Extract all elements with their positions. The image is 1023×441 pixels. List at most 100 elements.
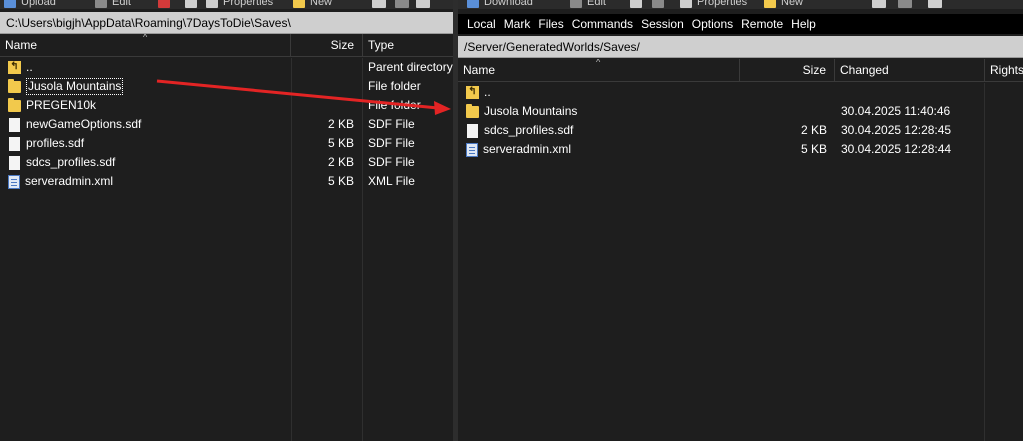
remote-rename-button[interactable] (652, 0, 669, 9)
file-name: profiles.sdf (26, 136, 85, 150)
file-name-cell: ↰.. (8, 58, 288, 77)
local-file-row[interactable]: serveradmin.xml 5 KB XML File (0, 172, 453, 191)
file-changed (841, 83, 981, 102)
remote-file-row[interactable]: serveradmin.xml 5 KB 30.04.2025 12:28:44 (458, 140, 1023, 159)
parent-folder-icon: ↰ (466, 86, 479, 99)
file-name: Jusola Mountains (484, 104, 578, 118)
parent-folder-icon: ↰ (8, 61, 21, 74)
file-size (740, 83, 827, 102)
toolbar-dropdown-3[interactable] (416, 0, 435, 9)
menu-files[interactable]: Files (534, 14, 567, 34)
local-file-row[interactable]: sdcs_profiles.sdf 2 KB SDF File (0, 153, 453, 172)
download-icon (467, 0, 479, 8)
sort-asc-icon: ^ (596, 59, 601, 67)
column-rights[interactable]: Rights (985, 59, 1023, 82)
file-size: 2 KB (327, 155, 354, 169)
menu-help[interactable]: Help (787, 14, 820, 34)
new-folder-icon (293, 0, 305, 8)
menu-session[interactable]: Session (637, 14, 688, 34)
menu-bar: Local Mark Files Commands Session Options Remo… (458, 14, 1023, 34)
edit-icon (95, 0, 107, 8)
column-size[interactable]: Size (740, 59, 835, 82)
file-type: Parent directory (368, 60, 453, 74)
column-size[interactable]: Size (291, 34, 363, 57)
refresh-icon (416, 0, 430, 8)
remote-toolbar-refresh[interactable] (928, 0, 947, 9)
home-icon (898, 0, 912, 8)
upload-icon (4, 0, 16, 8)
file-icon (9, 136, 20, 151)
column-type[interactable]: Type (363, 34, 453, 57)
delete-button[interactable] (158, 0, 175, 9)
delete-icon (158, 0, 170, 8)
menu-local[interactable]: Local (463, 14, 500, 34)
remote-new-button[interactable]: New (764, 0, 803, 9)
remote-file-row[interactable]: ↰.. (458, 83, 1023, 102)
properties-button[interactable]: Properties (206, 0, 273, 9)
rename-icon (185, 0, 197, 8)
file-type: File folder (368, 98, 421, 112)
file-name: sdcs_profiles.sdf (484, 123, 574, 137)
folder-icon (466, 103, 479, 118)
local-file-row[interactable]: Jusola Mountains File folder (0, 77, 453, 96)
file-type: XML File (368, 174, 415, 188)
local-path-bar[interactable]: C:\Users\bigjh\AppData\Roaming\7DaysToDi… (0, 12, 453, 34)
menu-mark[interactable]: Mark (500, 14, 535, 34)
delete-icon (630, 0, 642, 8)
properties-icon (206, 0, 218, 8)
home-icon (395, 0, 409, 8)
menu-commands[interactable]: Commands (568, 14, 637, 34)
remote-pane: Download Edit Properties New Local Mark … (458, 0, 1023, 441)
file-size (291, 77, 354, 96)
remote-path-bar[interactable]: /Server/GeneratedWorlds/Saves/ (458, 36, 1023, 58)
local-column-header: Name ^ Size Type (0, 34, 453, 57)
remote-toolbar-home[interactable] (898, 0, 917, 9)
file-changed: 30.04.2025 12:28:45 (841, 123, 952, 137)
local-file-list: ↰.. Parent directory Jusola Mountains File … (0, 58, 453, 191)
menu-options[interactable]: Options (688, 14, 737, 34)
file-name: serveradmin.xml (25, 174, 114, 188)
file-changed: 30.04.2025 11:40:46 (841, 104, 951, 118)
file-name: .. (484, 85, 491, 99)
properties-icon (680, 0, 692, 8)
column-name[interactable]: Name ^ (0, 34, 291, 57)
menu-remote[interactable]: Remote (737, 14, 787, 34)
rename-button[interactable] (185, 0, 202, 9)
local-file-row[interactable]: newGameOptions.sdf 2 KB SDF File (0, 115, 453, 134)
file-size (740, 102, 827, 121)
file-name: Jusola Mountains (26, 78, 124, 95)
edit-button[interactable]: Edit (95, 0, 131, 9)
file-size: 5 KB (327, 136, 354, 150)
download-button[interactable]: Download (467, 0, 533, 9)
file-size (291, 96, 354, 115)
file-name-cell: newGameOptions.sdf (8, 115, 288, 134)
local-file-row[interactable]: ↰.. Parent directory (0, 58, 453, 77)
file-icon (9, 117, 20, 132)
toolbar-dropdown-2[interactable] (395, 0, 414, 9)
file-name: .. (26, 60, 33, 74)
remote-file-row[interactable]: sdcs_profiles.sdf 2 KB 30.04.2025 12:28:45 (458, 121, 1023, 140)
file-name-cell: PREGEN10k (8, 96, 288, 115)
folder-icon (8, 97, 21, 112)
file-name-cell: Jusola Mountains (8, 77, 288, 96)
new-button[interactable]: New (293, 0, 332, 9)
remote-toolbar-filter[interactable] (872, 0, 891, 9)
column-name[interactable]: Name ^ (458, 59, 740, 82)
upload-button[interactable]: Upload (4, 0, 56, 9)
file-name-cell: sdcs_profiles.sdf (8, 153, 288, 172)
remote-delete-button[interactable] (630, 0, 647, 9)
remote-properties-button[interactable]: Properties (680, 0, 747, 9)
sort-asc-icon: ^ (143, 34, 148, 42)
local-file-row[interactable]: PREGEN10k File folder (0, 96, 453, 115)
local-file-row[interactable]: profiles.sdf 5 KB SDF File (0, 134, 453, 153)
file-name-cell: serveradmin.xml (8, 172, 288, 191)
remote-file-list: ↰.. Jusola Mountains 30.04.2025 11:40:46 sd… (458, 83, 1023, 159)
column-changed[interactable]: Changed (835, 59, 985, 82)
file-name-cell: sdcs_profiles.sdf (466, 121, 736, 140)
file-icon (467, 123, 478, 138)
remote-file-row[interactable]: Jusola Mountains 30.04.2025 11:40:46 (458, 102, 1023, 121)
file-size: 2 KB (327, 117, 354, 131)
toolbar-dropdown[interactable] (372, 0, 391, 9)
remote-edit-button[interactable]: Edit (570, 0, 606, 9)
file-icon (9, 155, 20, 170)
